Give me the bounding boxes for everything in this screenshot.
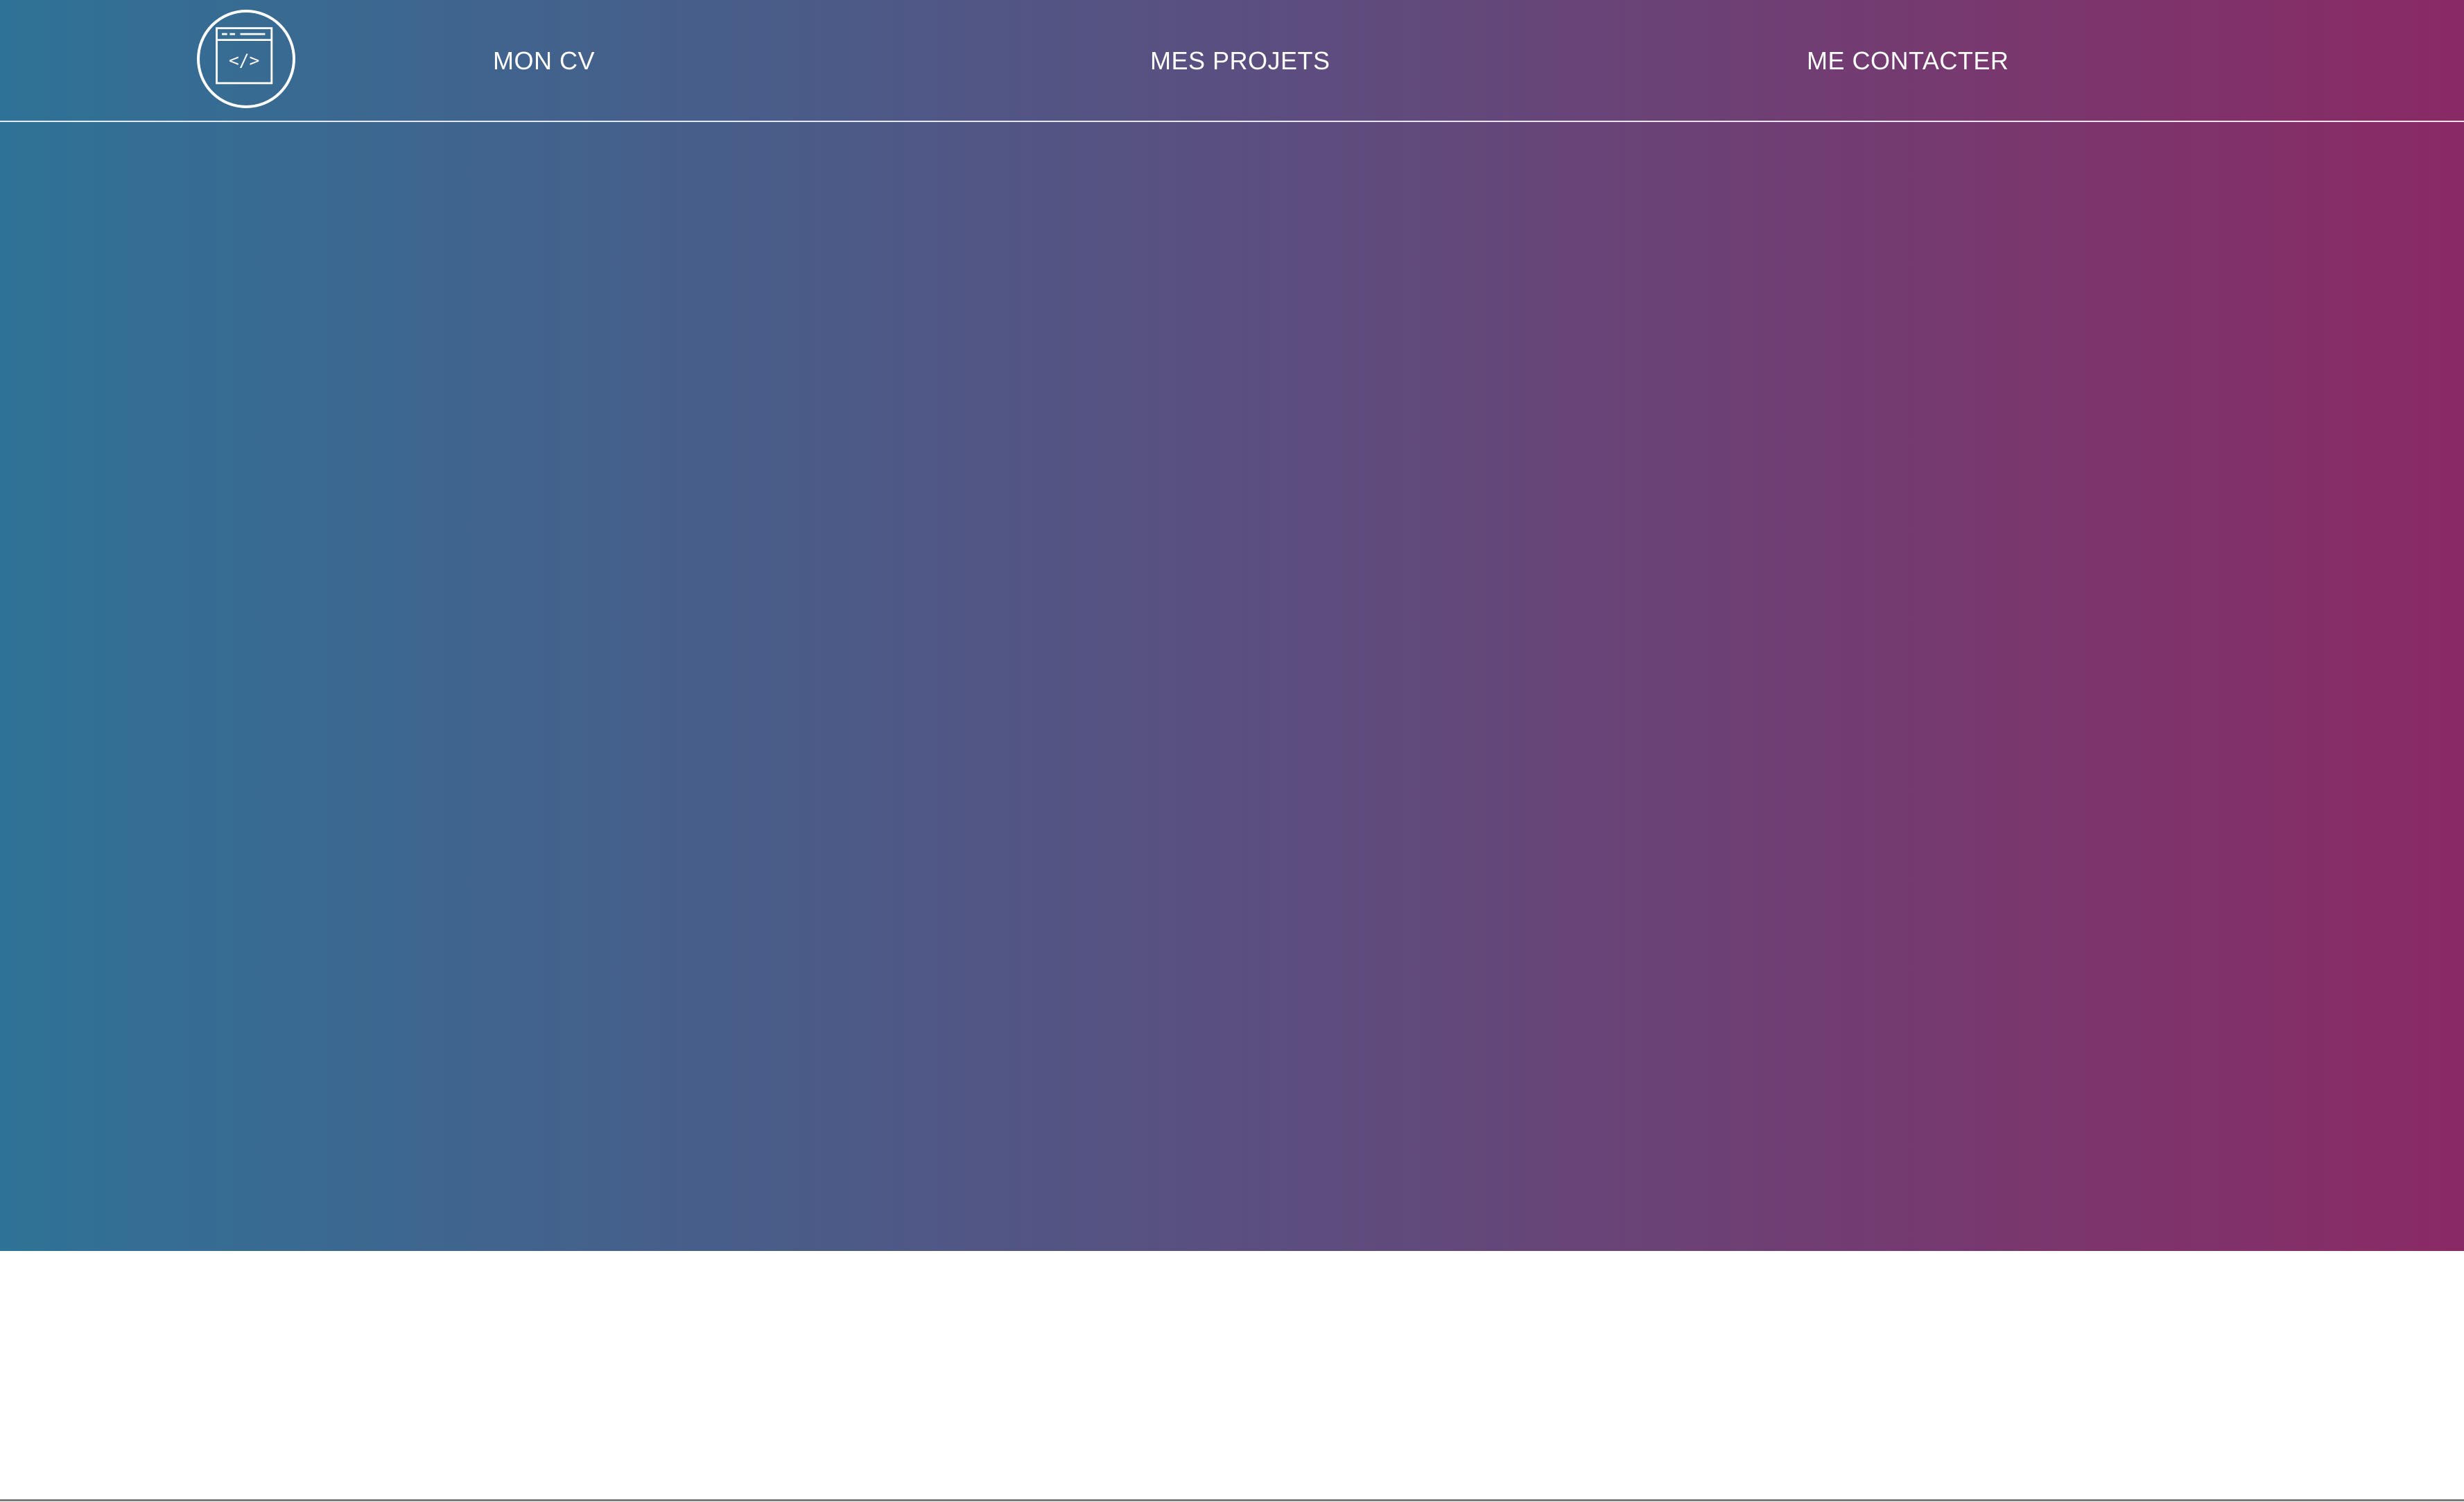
- code-glyph: </>: [229, 50, 259, 70]
- nav-link-mes-projets[interactable]: MES PROJETS: [1150, 46, 1330, 76]
- nav-link-me-contacter[interactable]: ME CONTACTER: [1807, 46, 2008, 76]
- content-area: [0, 1251, 2464, 1502]
- bottom-divider: [0, 1499, 2464, 1501]
- logo-link[interactable]: </>: [197, 10, 295, 108]
- top-navbar: </> MON CV MES PROJETS ME CONTACTER: [0, 0, 2464, 122]
- hero-banner: </> MON CV MES PROJETS ME CONTACTER: [0, 0, 2464, 1251]
- page: </> MON CV MES PROJETS ME CONTACTER: [0, 0, 2464, 1502]
- nav-link-mon-cv[interactable]: MON CV: [493, 46, 595, 76]
- code-window-icon: </>: [216, 27, 273, 85]
